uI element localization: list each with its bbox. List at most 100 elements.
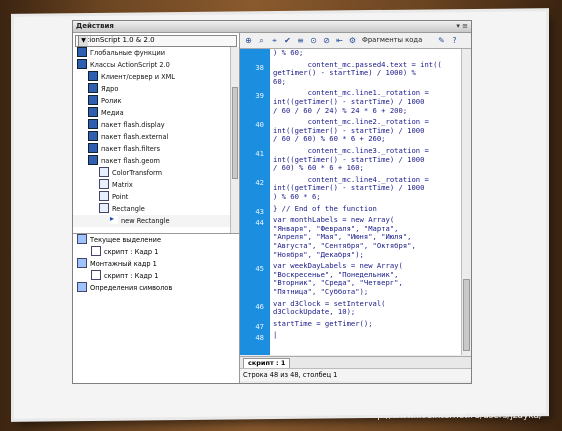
help-icon[interactable]: ? — [449, 35, 460, 46]
tree-item[interactable]: пакет flash.external — [73, 131, 239, 143]
code-line[interactable]: 41 content_mc.line3._rotation = int((get… — [240, 145, 462, 176]
line-number: 41 — [255, 148, 264, 158]
editor-scroll-thumb[interactable] — [463, 279, 470, 351]
tree-item-label: пакет flash.geom — [101, 157, 160, 165]
snippets-icon[interactable]: ⚙ — [347, 35, 358, 46]
code-line[interactable]: 44 var monthLabels = new Array( "Января",… — [240, 215, 462, 262]
add-item-icon[interactable]: ⊕ — [243, 35, 254, 46]
panel-title: Действия — [76, 22, 114, 30]
navigator-item[interactable]: Монтажный кадр 1 — [73, 258, 239, 270]
tree-item-label: new Rectangle — [121, 217, 170, 225]
method-icon — [110, 213, 118, 225]
code-text: content_mc.line2._rotation = int((getTim… — [273, 117, 429, 144]
navigator-item[interactable]: Определения символов — [73, 282, 239, 294]
tree-item[interactable]: Медиа — [73, 107, 239, 119]
watermark: http://www.liveinternet.ru/users/jzayka/ — [364, 411, 542, 421]
pencil-icon[interactable]: ✎ — [436, 35, 447, 46]
code-line[interactable]: 45 var weekDayLabels = new Array( "Воскре… — [240, 261, 462, 299]
tree-item[interactable]: пакет flash.display — [73, 119, 239, 131]
class-icon — [99, 179, 109, 189]
code-line[interactable]: ) % 60; — [240, 49, 462, 61]
navigator-item[interactable]: скрипт : Кадр 1 — [73, 246, 239, 258]
tree-item[interactable]: Клиент/сервер и XML — [73, 71, 239, 83]
actions-panel: Действия ▾ ≡ ActionScript 1.0 & 2.0 ▼ Гл… — [72, 20, 472, 384]
navigator-item-label: Текущее выделение — [90, 236, 162, 244]
tree-item-label: пакет flash.filters — [101, 145, 161, 153]
navigator-item[interactable]: скрипт : Кадр 1 — [73, 270, 239, 282]
tree-item[interactable]: ColorTransform — [73, 167, 239, 179]
line-number: 38 — [255, 62, 264, 72]
tree-item-label: пакет flash.display — [101, 121, 165, 129]
code-text: var weekDayLabels = new Array( "Воскресе… — [273, 261, 403, 296]
tree-item[interactable]: Matrix — [73, 179, 239, 191]
code-text: content_mc.line4._rotation = int((getTim… — [273, 174, 429, 201]
code-hint-icon[interactable]: ⊙ — [308, 35, 319, 46]
tree-item-label: Rectangle — [112, 205, 145, 213]
panel-menu-icon[interactable]: ▾ ≡ — [456, 22, 468, 30]
code-line[interactable]: 48 | — [240, 331, 462, 343]
collapse-icon[interactable]: ⇤ — [334, 35, 345, 46]
tree-item[interactable]: Rectangle — [73, 203, 239, 215]
book-icon — [77, 59, 87, 69]
line-number: 46 — [255, 301, 264, 311]
auto-format-icon[interactable]: ≡ — [295, 35, 306, 46]
tree-item[interactable]: new Rectangle — [73, 213, 239, 227]
code-line[interactable]: 40 content_mc.line2._rotation = int((get… — [240, 117, 462, 147]
code-area[interactable]: ) % 60; 38 content_mc.passed4.text = int(… — [240, 49, 462, 355]
find-icon[interactable]: ⌕ — [256, 35, 267, 46]
book-icon — [88, 95, 98, 105]
book-icon — [88, 107, 98, 117]
code-line[interactable]: 42 content_mc.line4._rotation = int((get… — [240, 174, 462, 205]
line-number: 40 — [255, 120, 264, 130]
book-icon — [88, 83, 98, 93]
editor-scrollbar[interactable] — [461, 49, 471, 355]
debug-icon[interactable]: ⊘ — [321, 35, 332, 46]
code-line[interactable]: 46 var d3Clock = setInterval( d3ClockUpda… — [240, 299, 462, 320]
line-number: 44 — [255, 218, 264, 228]
tree-item[interactable]: Классы ActionScript 2.0 — [73, 59, 239, 71]
chevron-down-icon[interactable]: ▼ — [78, 36, 88, 46]
class-icon — [99, 167, 109, 177]
line-number: 48 — [255, 333, 264, 343]
check-syntax-icon[interactable]: ✔ — [282, 35, 293, 46]
tree-scrollbar[interactable] — [230, 47, 239, 233]
book-icon — [88, 155, 98, 165]
navigator-item-label: Определения символов — [90, 284, 173, 292]
language-select[interactable]: ActionScript 1.0 & 2.0 ▼ — [75, 35, 237, 47]
tree-item[interactable]: пакет flash.filters — [73, 143, 239, 155]
language-select-value: ActionScript 1.0 & 2.0 — [78, 36, 155, 44]
class-icon — [99, 191, 109, 201]
panel-titlebar[interactable]: Действия ▾ ≡ — [73, 21, 471, 33]
code-line[interactable]: 38 content_mc.passed4.text = int(( getTi… — [240, 60, 462, 90]
code-text: | — [273, 330, 278, 340]
code-line[interactable]: 39 content_mc.line1._rotation = int((get… — [240, 89, 462, 118]
tree-item[interactable]: Point — [73, 191, 239, 203]
line-number: 47 — [255, 321, 264, 331]
code-lines: ) % 60; 38 content_mc.passed4.text = int(… — [240, 49, 462, 343]
tree-scroll-thumb[interactable] — [232, 87, 238, 179]
tree-item-label: Клиент/сервер и XML — [101, 73, 175, 81]
target-icon[interactable]: ⌖ — [269, 35, 280, 46]
class-icon — [99, 203, 109, 213]
code-snippets-button[interactable]: Фрагменты кода — [362, 36, 422, 44]
actions-tree: Глобальные функции Классы ActionScript 2.… — [73, 47, 239, 234]
script-editor: ⊕ ⌕ ⌖ ✔ ≡ ⊙ ⊘ ⇤ ⚙ Фрагменты кода ✎ ? ) %… — [240, 33, 471, 383]
tree-item[interactable]: пакет flash.geom — [73, 155, 239, 167]
navigator-item[interactable]: Текущее выделение — [73, 234, 239, 246]
line-number: 43 — [255, 206, 264, 216]
code-text: ) % 60; — [273, 49, 304, 57]
code-text: content_mc.line3._rotation = int((getTim… — [273, 145, 429, 173]
tree-item-label: Медиа — [101, 109, 124, 117]
tree-item[interactable]: Ядро — [73, 83, 239, 95]
script-icon — [91, 246, 101, 256]
code-text: var monthLabels = new Array( "Января", "… — [273, 215, 416, 259]
tree-item-label: Matrix — [112, 181, 133, 189]
frame-icon — [77, 234, 87, 244]
tree-item[interactable]: Ролик — [73, 95, 239, 107]
tree-item-label: Ролик — [101, 97, 122, 105]
actions-toolbox: ActionScript 1.0 & 2.0 ▼ Глобальные функ… — [73, 33, 240, 383]
tree-item[interactable]: Глобальные функции — [73, 47, 239, 59]
code-text: } // End of the function — [273, 203, 377, 213]
editor-toolbar: ⊕ ⌕ ⌖ ✔ ≡ ⊙ ⊘ ⇤ ⚙ Фрагменты кода ✎ ? — [240, 33, 471, 49]
book-icon — [88, 143, 98, 153]
